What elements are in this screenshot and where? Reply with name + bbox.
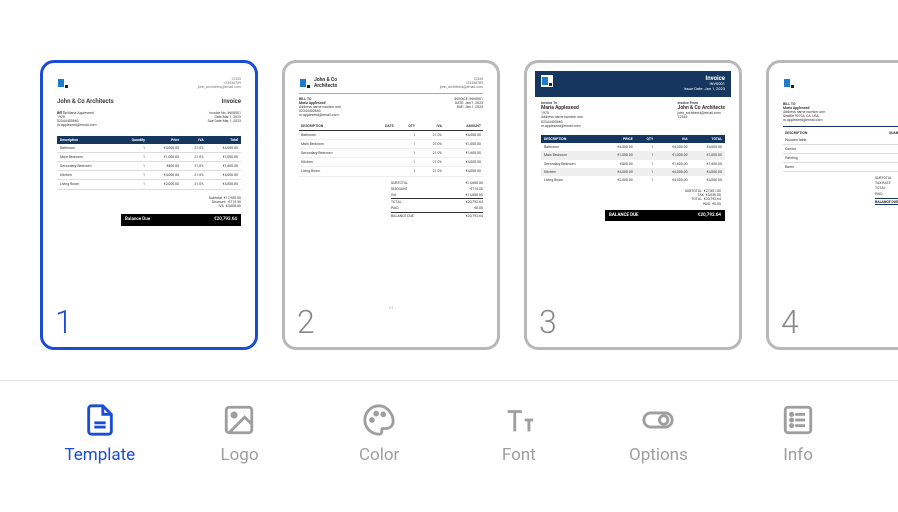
document-icon	[83, 403, 117, 437]
template-card-2[interactable]: John & CoArchitects 12345 123456789 john…	[282, 60, 500, 350]
logo-icon	[783, 77, 795, 89]
tab-options[interactable]: Options	[608, 403, 708, 465]
palette-icon	[362, 403, 396, 437]
tabbar: Template Logo Color Font Options Info	[0, 381, 898, 495]
tab-label: Logo	[220, 445, 258, 465]
tab-color[interactable]: Color	[329, 403, 429, 465]
tab-label: Font	[502, 445, 536, 465]
font-icon	[502, 403, 536, 437]
logo-icon	[299, 77, 311, 89]
template-card-3[interactable]: InvoiceINV0001Issue Date: Jan 1, 2023 In…	[524, 60, 742, 350]
invoice-preview-2: John & CoArchitects 12345 123456789 john…	[293, 71, 489, 311]
template-card-1[interactable]: 12345 123456789 john_architects@email.co…	[40, 60, 258, 350]
tab-label: Template	[64, 445, 135, 465]
logo-icon	[541, 75, 553, 87]
tab-label: Options	[629, 445, 688, 465]
tab-label: Info	[783, 445, 813, 465]
invoice-preview-4: 12345123456789john_architects@email.com …	[777, 71, 898, 311]
template-number: 1	[55, 303, 73, 341]
list-icon	[781, 403, 815, 437]
template-list: 12345 123456789 john_architects@email.co…	[0, 0, 898, 380]
template-number: 3	[539, 303, 557, 341]
invoice-preview-3: InvoiceINV0001Issue Date: Jan 1, 2023 In…	[535, 71, 731, 311]
tab-logo[interactable]: Logo	[189, 403, 289, 465]
template-number: 2	[297, 303, 315, 341]
logo-icon	[57, 77, 69, 89]
tab-template[interactable]: Template	[50, 403, 150, 465]
tab-info[interactable]: Info	[748, 403, 848, 465]
tab-label: Color	[359, 445, 399, 465]
invoice-preview-1: 12345 123456789 john_architects@email.co…	[51, 71, 247, 311]
image-icon	[222, 403, 256, 437]
template-card-4[interactable]: 12345123456789john_architects@email.com …	[766, 60, 898, 350]
tab-font[interactable]: Font	[469, 403, 569, 465]
template-number: 4	[781, 303, 799, 341]
toggle-icon	[641, 403, 675, 437]
